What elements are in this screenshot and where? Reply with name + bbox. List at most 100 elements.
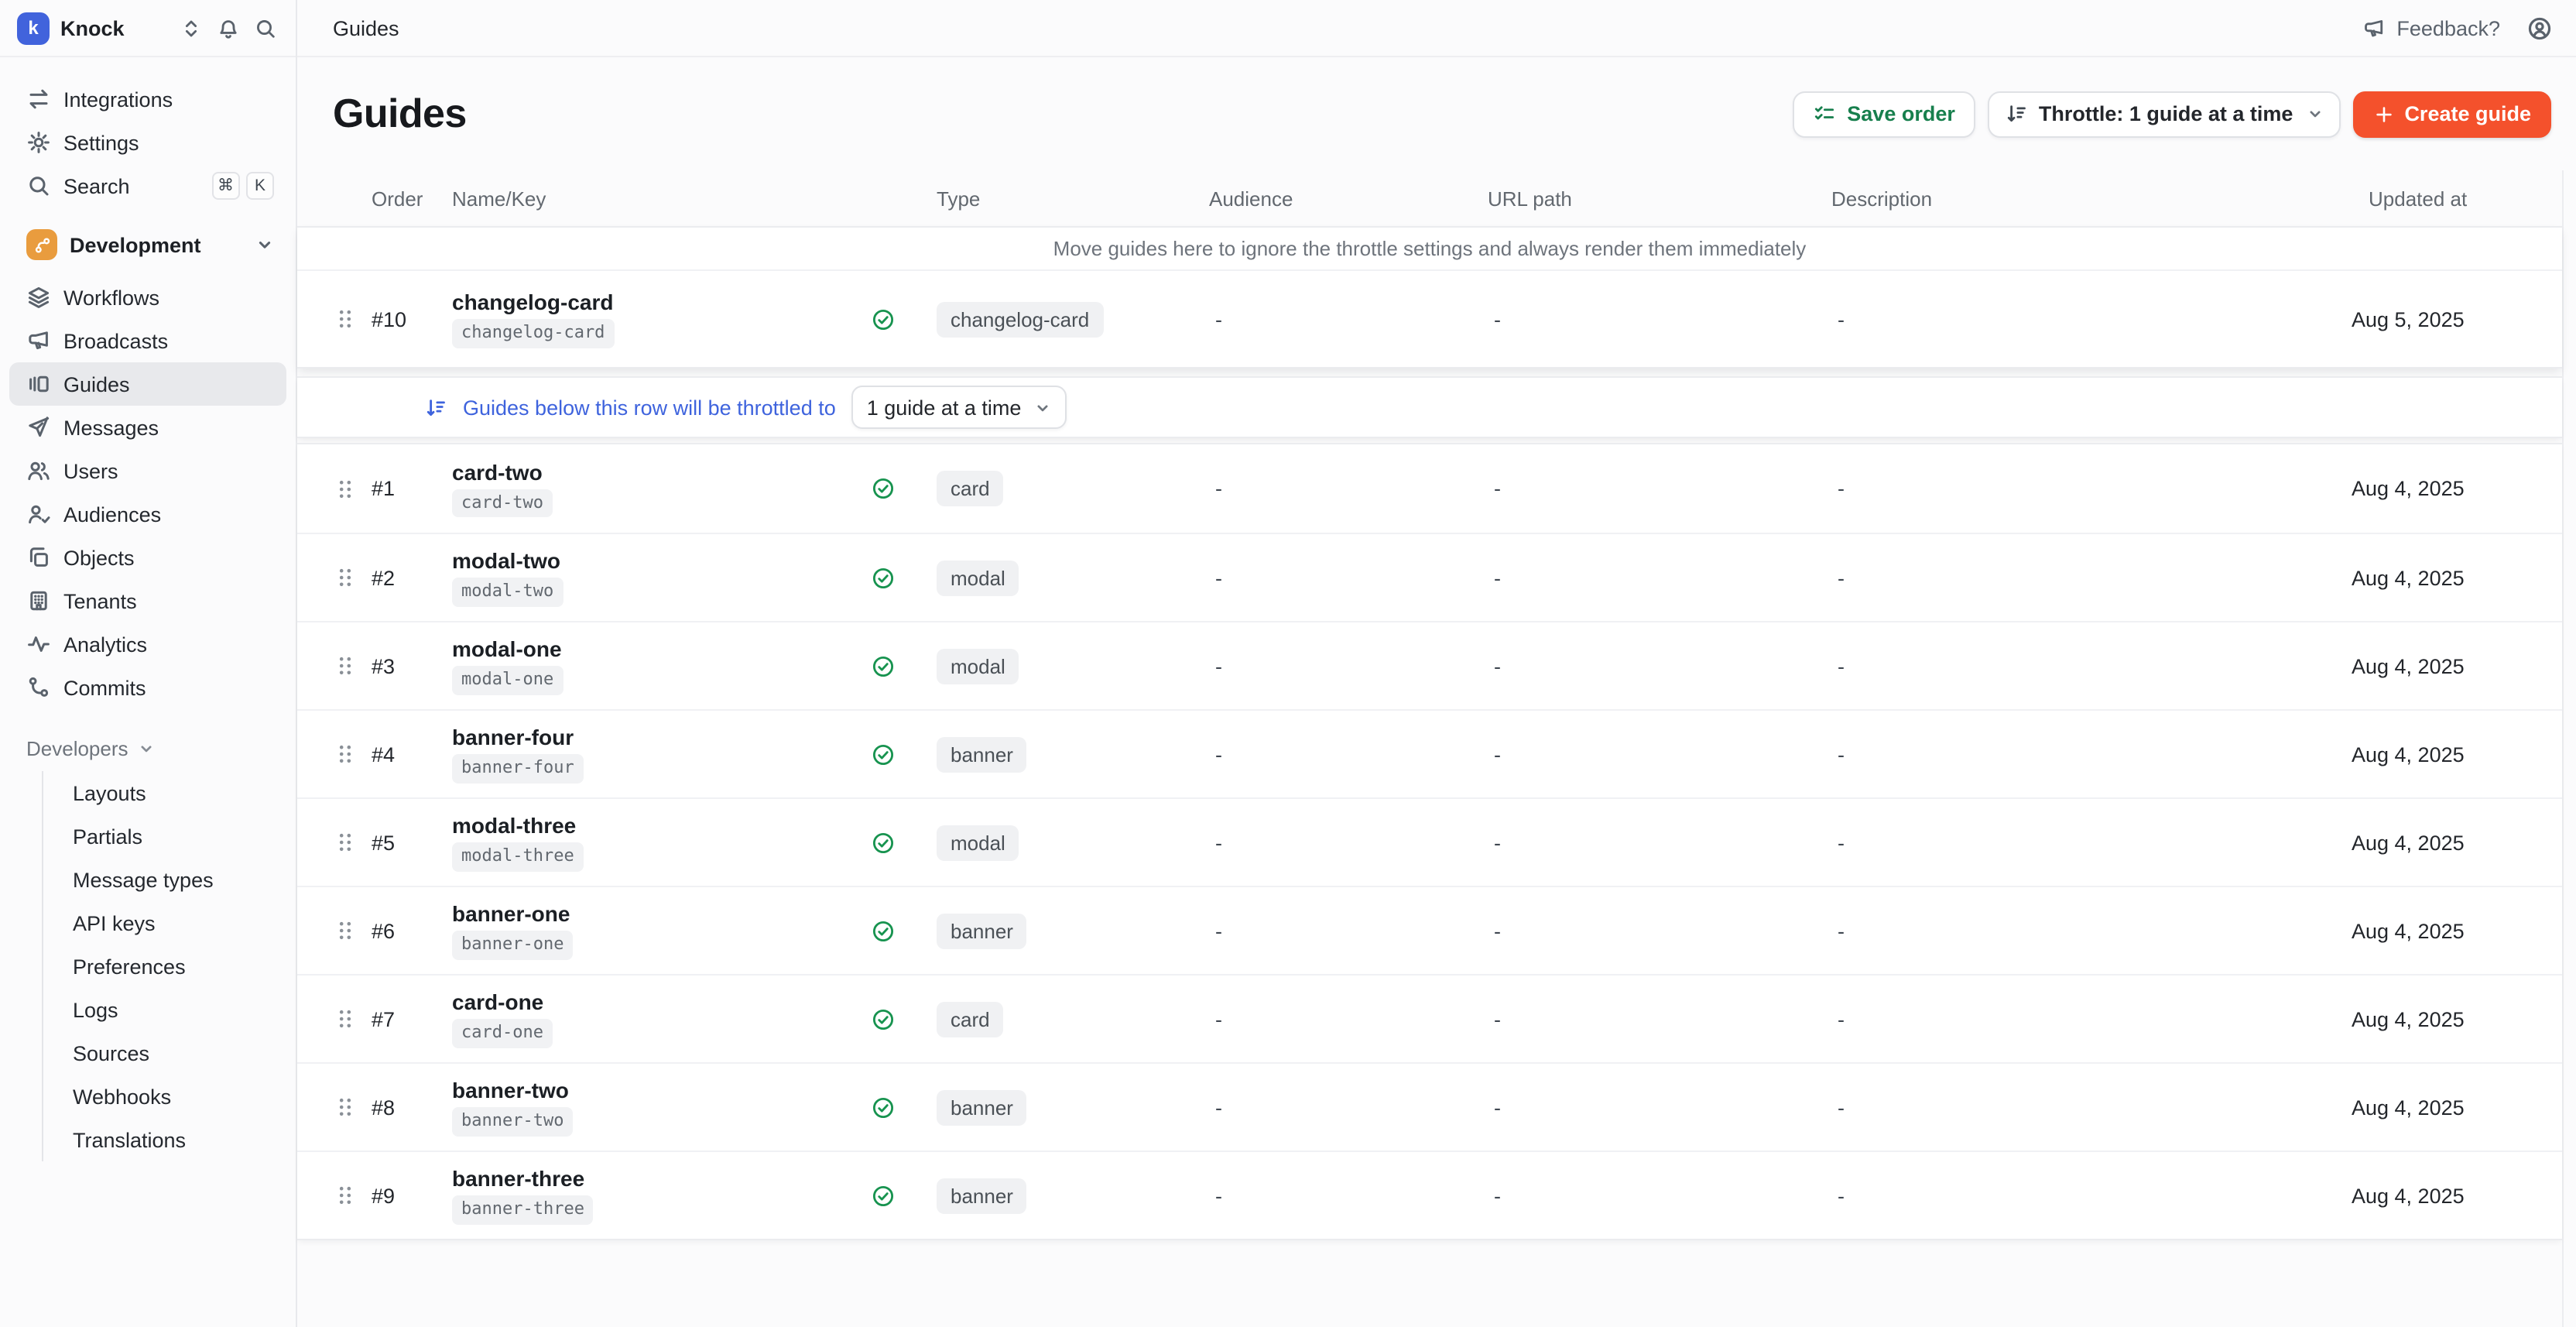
drag-handle[interactable] bbox=[333, 1183, 372, 1208]
guide-status bbox=[872, 831, 937, 854]
topbar: Guides Feedback? bbox=[297, 0, 2576, 57]
drag-handle[interactable] bbox=[333, 830, 372, 855]
guide-key-badge: changelog-card bbox=[452, 320, 614, 348]
drag-handle[interactable] bbox=[333, 653, 372, 678]
audiences-icon bbox=[26, 502, 51, 526]
feedback-button[interactable]: Feedback? bbox=[2362, 16, 2500, 39]
save-order-button[interactable]: Save order bbox=[1793, 91, 1975, 137]
sidebar-item-label: Broadcasts bbox=[63, 329, 168, 352]
guide-name-link[interactable]: changelog-card bbox=[452, 290, 614, 315]
sidebar-item-analytics[interactable]: Analytics bbox=[9, 622, 286, 666]
save-order-label: Save order bbox=[1847, 102, 1955, 125]
logo-letter: k bbox=[28, 17, 38, 39]
guide-status bbox=[872, 307, 937, 331]
guide-name-link[interactable]: card-two bbox=[452, 460, 543, 485]
workspace-switcher-icon[interactable] bbox=[180, 16, 203, 39]
drag-handle[interactable] bbox=[333, 918, 372, 943]
sidebar-item-label: API keys bbox=[73, 911, 156, 934]
drag-handle[interactable] bbox=[333, 1006, 372, 1031]
sidebar-item-sources[interactable]: Sources bbox=[43, 1031, 286, 1075]
guide-row[interactable]: #10changelog-cardchangelog-cardchangelog… bbox=[297, 271, 2562, 367]
sidebar-developers-nav: Layouts PartialsMessage types API keys Pref… bbox=[42, 771, 286, 1161]
sidebar-item-guides[interactable]: Guides bbox=[9, 362, 286, 406]
no-throttle-hint: Move guides here to ignore the throttle … bbox=[297, 228, 2562, 271]
sidebar-item-label: Messages bbox=[63, 416, 159, 439]
sidebar-item-partials[interactable]: Partials bbox=[43, 814, 286, 858]
guide-row[interactable]: #4banner-fourbanner-fourbanner---Aug 4, … bbox=[297, 709, 2562, 797]
sidebar-item-workflows[interactable]: Workflows bbox=[9, 276, 286, 319]
guide-row[interactable]: #9banner-threebanner-threebanner---Aug 4… bbox=[297, 1150, 2562, 1239]
guide-name-link[interactable]: banner-four bbox=[452, 725, 574, 750]
drag-handle[interactable] bbox=[333, 476, 372, 501]
sidebar-item-preferences[interactable]: Preferences bbox=[43, 945, 286, 988]
guide-name-link[interactable]: card-one bbox=[452, 990, 543, 1015]
sidebar-item-objects[interactable]: Objects bbox=[9, 536, 286, 579]
sidebar-item-tenants[interactable]: Tenants bbox=[9, 579, 286, 622]
search-icon[interactable] bbox=[254, 16, 277, 39]
sidebar-item-translations[interactable]: Translations bbox=[43, 1118, 286, 1161]
guide-url-path: - bbox=[1488, 1096, 1831, 1119]
guide-row[interactable]: #7card-onecard-onecard---Aug 4, 2025 bbox=[297, 974, 2562, 1062]
table-header-row: Order Name/Key Type Audience URL path De… bbox=[297, 170, 2562, 226]
drag-handle[interactable] bbox=[333, 742, 372, 766]
throttle-settings-button[interactable]: Throttle: 1 guide at a time bbox=[1988, 91, 2341, 137]
commits-icon bbox=[26, 675, 51, 700]
guide-name-link[interactable]: banner-two bbox=[452, 1078, 569, 1103]
notifications-icon[interactable] bbox=[217, 16, 240, 39]
sidebar-item-layouts[interactable]: Layouts bbox=[43, 771, 286, 814]
sidebar-item-messages[interactable]: Messages bbox=[9, 406, 286, 449]
sidebar-item-label: Commits bbox=[63, 676, 146, 699]
grip-icon bbox=[333, 307, 358, 331]
guide-key-badge: modal-two bbox=[452, 578, 563, 607]
guide-row[interactable]: #6banner-onebanner-onebanner---Aug 4, 20… bbox=[297, 886, 2562, 974]
guide-url-path: - bbox=[1488, 1184, 1831, 1207]
sidebar-item-message-types[interactable]: Message types bbox=[43, 858, 286, 901]
tenants-icon bbox=[26, 588, 51, 613]
guide-order: #7 bbox=[372, 1007, 452, 1030]
sidebar-item-label: Audiences bbox=[63, 502, 161, 526]
knock-logo[interactable]: k bbox=[17, 12, 50, 44]
guide-row[interactable]: #1card-twocard-twocard---Aug 4, 2025 bbox=[297, 444, 2562, 533]
sidebar-item-integrations[interactable]: Integrations bbox=[9, 77, 286, 121]
environment-switcher[interactable]: Development bbox=[9, 223, 286, 266]
sidebar-item-api-keys[interactable]: API keys bbox=[43, 901, 286, 945]
sidebar-item-audiences[interactable]: Audiences bbox=[9, 492, 286, 536]
sidebar-item-commits[interactable]: Commits bbox=[9, 666, 286, 709]
guide-name-link[interactable]: banner-three bbox=[452, 1167, 584, 1192]
guide-description: - bbox=[1831, 1184, 2352, 1207]
guide-updated-at: Aug 5, 2025 bbox=[2352, 307, 2562, 331]
guide-name-link[interactable]: modal-two bbox=[452, 549, 560, 574]
developers-section-toggle[interactable]: Developers bbox=[9, 728, 286, 768]
guide-row[interactable]: #2modal-twomodal-twomodal---Aug 4, 2025 bbox=[297, 533, 2562, 621]
settings-icon bbox=[26, 130, 51, 155]
guide-name-link[interactable]: banner-one bbox=[452, 902, 570, 927]
sidebar-item-label: Layouts bbox=[73, 781, 146, 804]
sidebar-item-search[interactable]: Search⌘K bbox=[9, 164, 286, 207]
guide-name-link[interactable]: modal-one bbox=[452, 637, 562, 662]
guide-status bbox=[872, 1007, 937, 1030]
sidebar-item-broadcasts[interactable]: Broadcasts bbox=[9, 319, 286, 362]
create-guide-button[interactable]: Create guide bbox=[2353, 91, 2551, 137]
drag-handle[interactable] bbox=[333, 1095, 372, 1120]
guide-row[interactable]: #3modal-onemodal-onemodal---Aug 4, 2025 bbox=[297, 621, 2562, 709]
guide-audience: - bbox=[1209, 831, 1488, 854]
guide-status bbox=[872, 1096, 937, 1119]
guide-url-path: - bbox=[1488, 742, 1831, 766]
chevron-down-icon bbox=[2307, 105, 2324, 122]
drag-handle[interactable] bbox=[333, 307, 372, 331]
sidebar-item-settings[interactable]: Settings bbox=[9, 121, 286, 164]
chevron-down-icon bbox=[138, 739, 155, 756]
sidebar-item-logs[interactable]: Logs bbox=[43, 988, 286, 1031]
drag-handle[interactable] bbox=[333, 565, 372, 590]
guide-row[interactable]: #8banner-twobanner-twobanner---Aug 4, 20… bbox=[297, 1062, 2562, 1150]
throttle-value-select[interactable]: 1 guide at a time bbox=[851, 386, 1067, 429]
sidebar-item-users[interactable]: Users bbox=[9, 449, 286, 492]
sidebar-item-webhooks[interactable]: Webhooks bbox=[43, 1075, 286, 1118]
column-header-url-path: URL path bbox=[1488, 187, 1831, 210]
guide-type-badge: banner bbox=[937, 1178, 1027, 1213]
sort-descending-icon bbox=[424, 396, 447, 419]
guide-name-link[interactable]: modal-three bbox=[452, 814, 576, 838]
guide-row[interactable]: #5modal-threemodal-threemodal---Aug 4, 2… bbox=[297, 797, 2562, 886]
breadcrumb[interactable]: Guides bbox=[333, 16, 399, 39]
account-menu-icon[interactable] bbox=[2526, 15, 2553, 41]
